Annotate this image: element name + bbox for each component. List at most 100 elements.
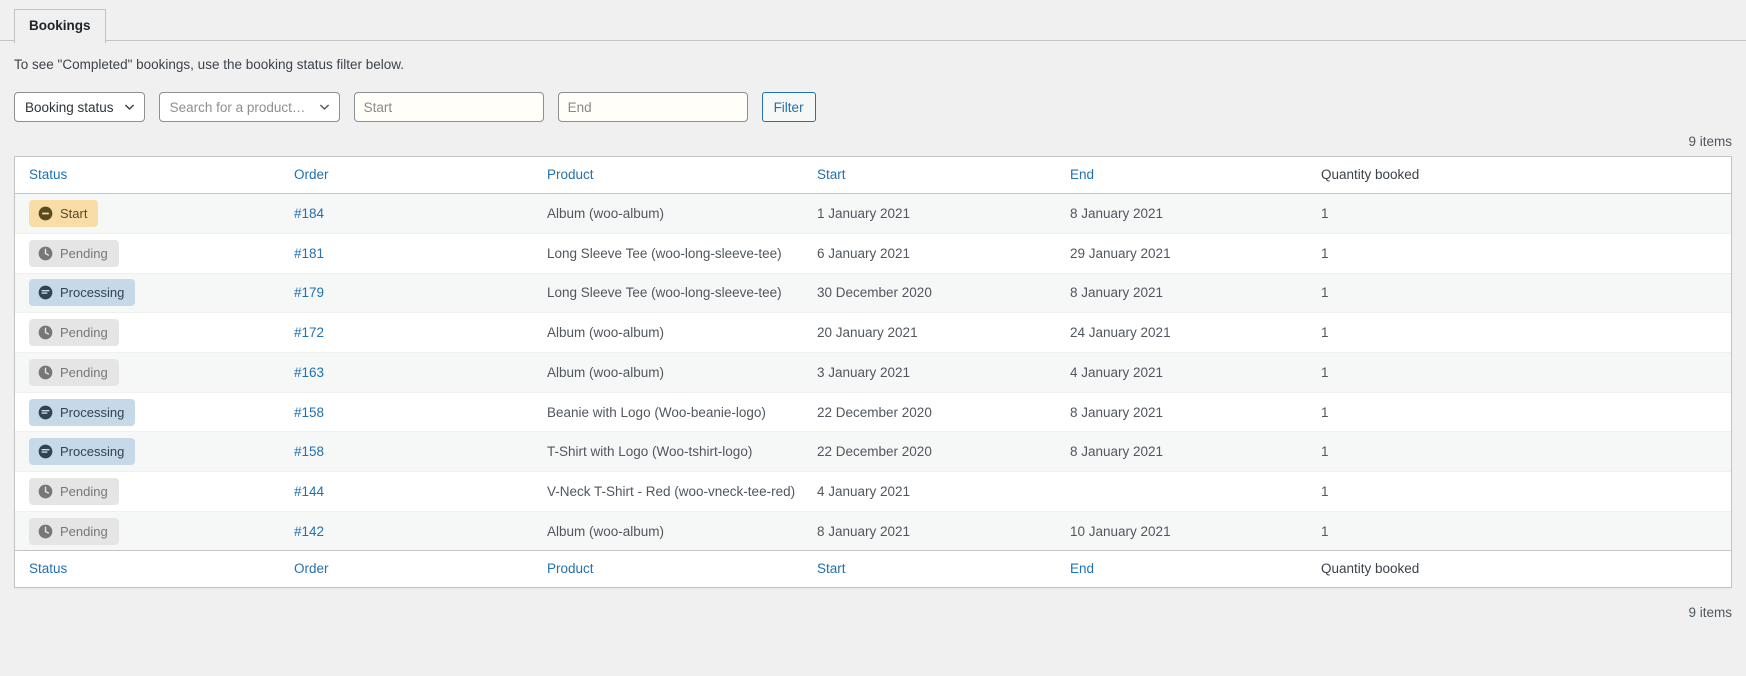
items-count-top: 9 items xyxy=(1688,134,1732,150)
items-count-bottom: 9 items xyxy=(1688,605,1732,621)
status-badge-label: Processing xyxy=(60,444,125,460)
table-footer-row: Status Order Product Start End Quantity … xyxy=(15,550,1731,588)
table-row: Pending #142 Album (woo-album) 8 January 20… xyxy=(15,510,1731,551)
chevron-down-icon xyxy=(319,104,329,110)
cell-order: #184 xyxy=(294,193,547,234)
comment-bubble-icon xyxy=(38,286,53,300)
cell-order: #181 xyxy=(294,232,547,274)
cell-order: #163 xyxy=(294,352,547,393)
table-row: Processing #158 Beanie with Logo (Woo-bean… xyxy=(15,391,1731,432)
table-head: Status Order Product Start End Quantity … xyxy=(15,157,1731,195)
cell-quantity: 1 xyxy=(1321,312,1731,353)
cell-start: 30 December 2020 xyxy=(817,272,1070,313)
order-link[interactable]: #172 xyxy=(294,325,324,340)
status-badge[interactable]: Pending xyxy=(29,358,119,386)
order-link[interactable]: #163 xyxy=(294,365,324,380)
clock-icon xyxy=(38,365,53,380)
end-date-input[interactable] xyxy=(557,92,748,123)
status-badge[interactable]: Processing xyxy=(29,398,136,426)
product-search-select[interactable]: Search for a product… xyxy=(158,92,340,123)
cell-status: Processing xyxy=(15,431,294,472)
cell-order: #158 xyxy=(294,391,547,432)
column-header-start[interactable]: Start xyxy=(817,157,1070,195)
order-link[interactable]: #179 xyxy=(294,285,324,300)
status-badge[interactable]: Pending xyxy=(29,477,119,505)
table-foot: Status Order Product Start End Quantity … xyxy=(15,550,1731,588)
order-link[interactable]: #158 xyxy=(294,405,324,420)
column-header-status[interactable]: Status xyxy=(15,157,294,195)
table-row: Start #184 Album (woo-album) 1 January 2021… xyxy=(15,193,1731,234)
cell-quantity: 1 xyxy=(1321,471,1731,512)
cell-product: Album (woo-album) xyxy=(547,193,817,234)
status-badge[interactable]: Start xyxy=(29,200,99,228)
cell-quantity: 1 xyxy=(1321,193,1731,234)
table-row: Pending #181 Long Sleeve Tee (woo-long-sle… xyxy=(15,232,1731,274)
notice-text: To see "Completed" bookings, use the boo… xyxy=(14,57,405,72)
column-footer-order[interactable]: Order xyxy=(294,550,547,588)
cell-product: Album (woo-album) xyxy=(547,352,817,393)
status-badge[interactable]: Pending xyxy=(29,517,119,545)
clock-icon xyxy=(38,325,53,340)
cell-product: Album (woo-album) xyxy=(547,312,817,353)
cell-quantity: 1 xyxy=(1321,272,1731,313)
cell-start: 6 January 2021 xyxy=(817,232,1070,274)
cell-product: Long Sleeve Tee (woo-long-sleeve-tee) xyxy=(547,232,817,274)
cell-end: 8 January 2021 xyxy=(1070,391,1321,432)
cell-status: Processing xyxy=(15,272,294,313)
table-row: Processing #179 Long Sleeve Tee (woo-long-… xyxy=(15,272,1731,313)
column-footer-start[interactable]: Start xyxy=(817,550,1070,588)
order-link[interactable]: #158 xyxy=(294,444,324,459)
status-badge-label: Pending xyxy=(60,483,108,499)
column-header-order[interactable]: Order xyxy=(294,157,547,195)
cell-status: Pending xyxy=(15,471,294,512)
tab-bookings[interactable]: Bookings xyxy=(14,9,106,44)
column-footer-product[interactable]: Product xyxy=(547,550,817,588)
order-link[interactable]: #144 xyxy=(294,484,324,499)
cell-status: Processing xyxy=(15,391,294,432)
cell-start: 4 January 2021 xyxy=(817,471,1070,512)
status-badge[interactable]: Pending xyxy=(29,239,119,267)
cell-status: Pending xyxy=(15,312,294,353)
cell-status: Pending xyxy=(15,510,294,551)
cell-quantity: 1 xyxy=(1321,232,1731,274)
status-badge[interactable]: Processing xyxy=(29,438,136,466)
cell-start: 1 January 2021 xyxy=(817,193,1070,234)
order-link[interactable]: #142 xyxy=(294,524,324,539)
status-badge-label: Pending xyxy=(60,364,108,380)
column-footer-end[interactable]: End xyxy=(1070,550,1321,588)
tab-bar: Bookings xyxy=(0,0,1746,44)
status-badge[interactable]: Pending xyxy=(29,319,119,347)
cell-status: Pending xyxy=(15,232,294,274)
chevron-down-icon xyxy=(124,104,134,110)
order-link[interactable]: #181 xyxy=(294,246,324,261)
table-header-row: Status Order Product Start End Quantity … xyxy=(15,157,1731,195)
cell-end: 29 January 2021 xyxy=(1070,232,1321,274)
cell-product: Beanie with Logo (Woo-beanie-logo) xyxy=(547,391,817,432)
status-badge-label: Pending xyxy=(60,325,108,341)
clock-icon xyxy=(38,246,53,261)
column-header-product[interactable]: Product xyxy=(547,157,817,195)
cell-end: 4 January 2021 xyxy=(1070,352,1321,393)
cell-product: T-Shirt with Logo (Woo-tshirt-logo) xyxy=(547,431,817,472)
cell-start: 20 January 2021 xyxy=(817,312,1070,353)
filter-bar: Booking status Search for a product… Fil… xyxy=(0,75,1746,123)
booking-status-select[interactable]: Booking status xyxy=(14,92,145,123)
cell-order: #144 xyxy=(294,471,547,512)
column-header-end[interactable]: End xyxy=(1070,157,1321,195)
status-badge[interactable]: Processing xyxy=(29,279,136,307)
start-date-input[interactable] xyxy=(353,92,544,123)
filter-button[interactable]: Filter xyxy=(761,92,816,123)
cell-end xyxy=(1070,471,1321,512)
cell-product: Long Sleeve Tee (woo-long-sleeve-tee) xyxy=(547,272,817,313)
circle-minus-icon xyxy=(38,206,53,221)
cell-end: 24 January 2021 xyxy=(1070,312,1321,353)
cell-end: 8 January 2021 xyxy=(1070,193,1321,234)
cell-order: #142 xyxy=(294,510,547,551)
order-link[interactable]: #184 xyxy=(294,206,324,221)
status-badge-label: Pending xyxy=(60,523,108,539)
cell-quantity: 1 xyxy=(1321,352,1731,393)
table-row: Processing #158 T-Shirt with Logo (Woo-tsh… xyxy=(15,431,1731,472)
cell-end: 8 January 2021 xyxy=(1070,431,1321,472)
column-footer-status[interactable]: Status xyxy=(15,550,294,588)
cell-quantity: 1 xyxy=(1321,391,1731,432)
